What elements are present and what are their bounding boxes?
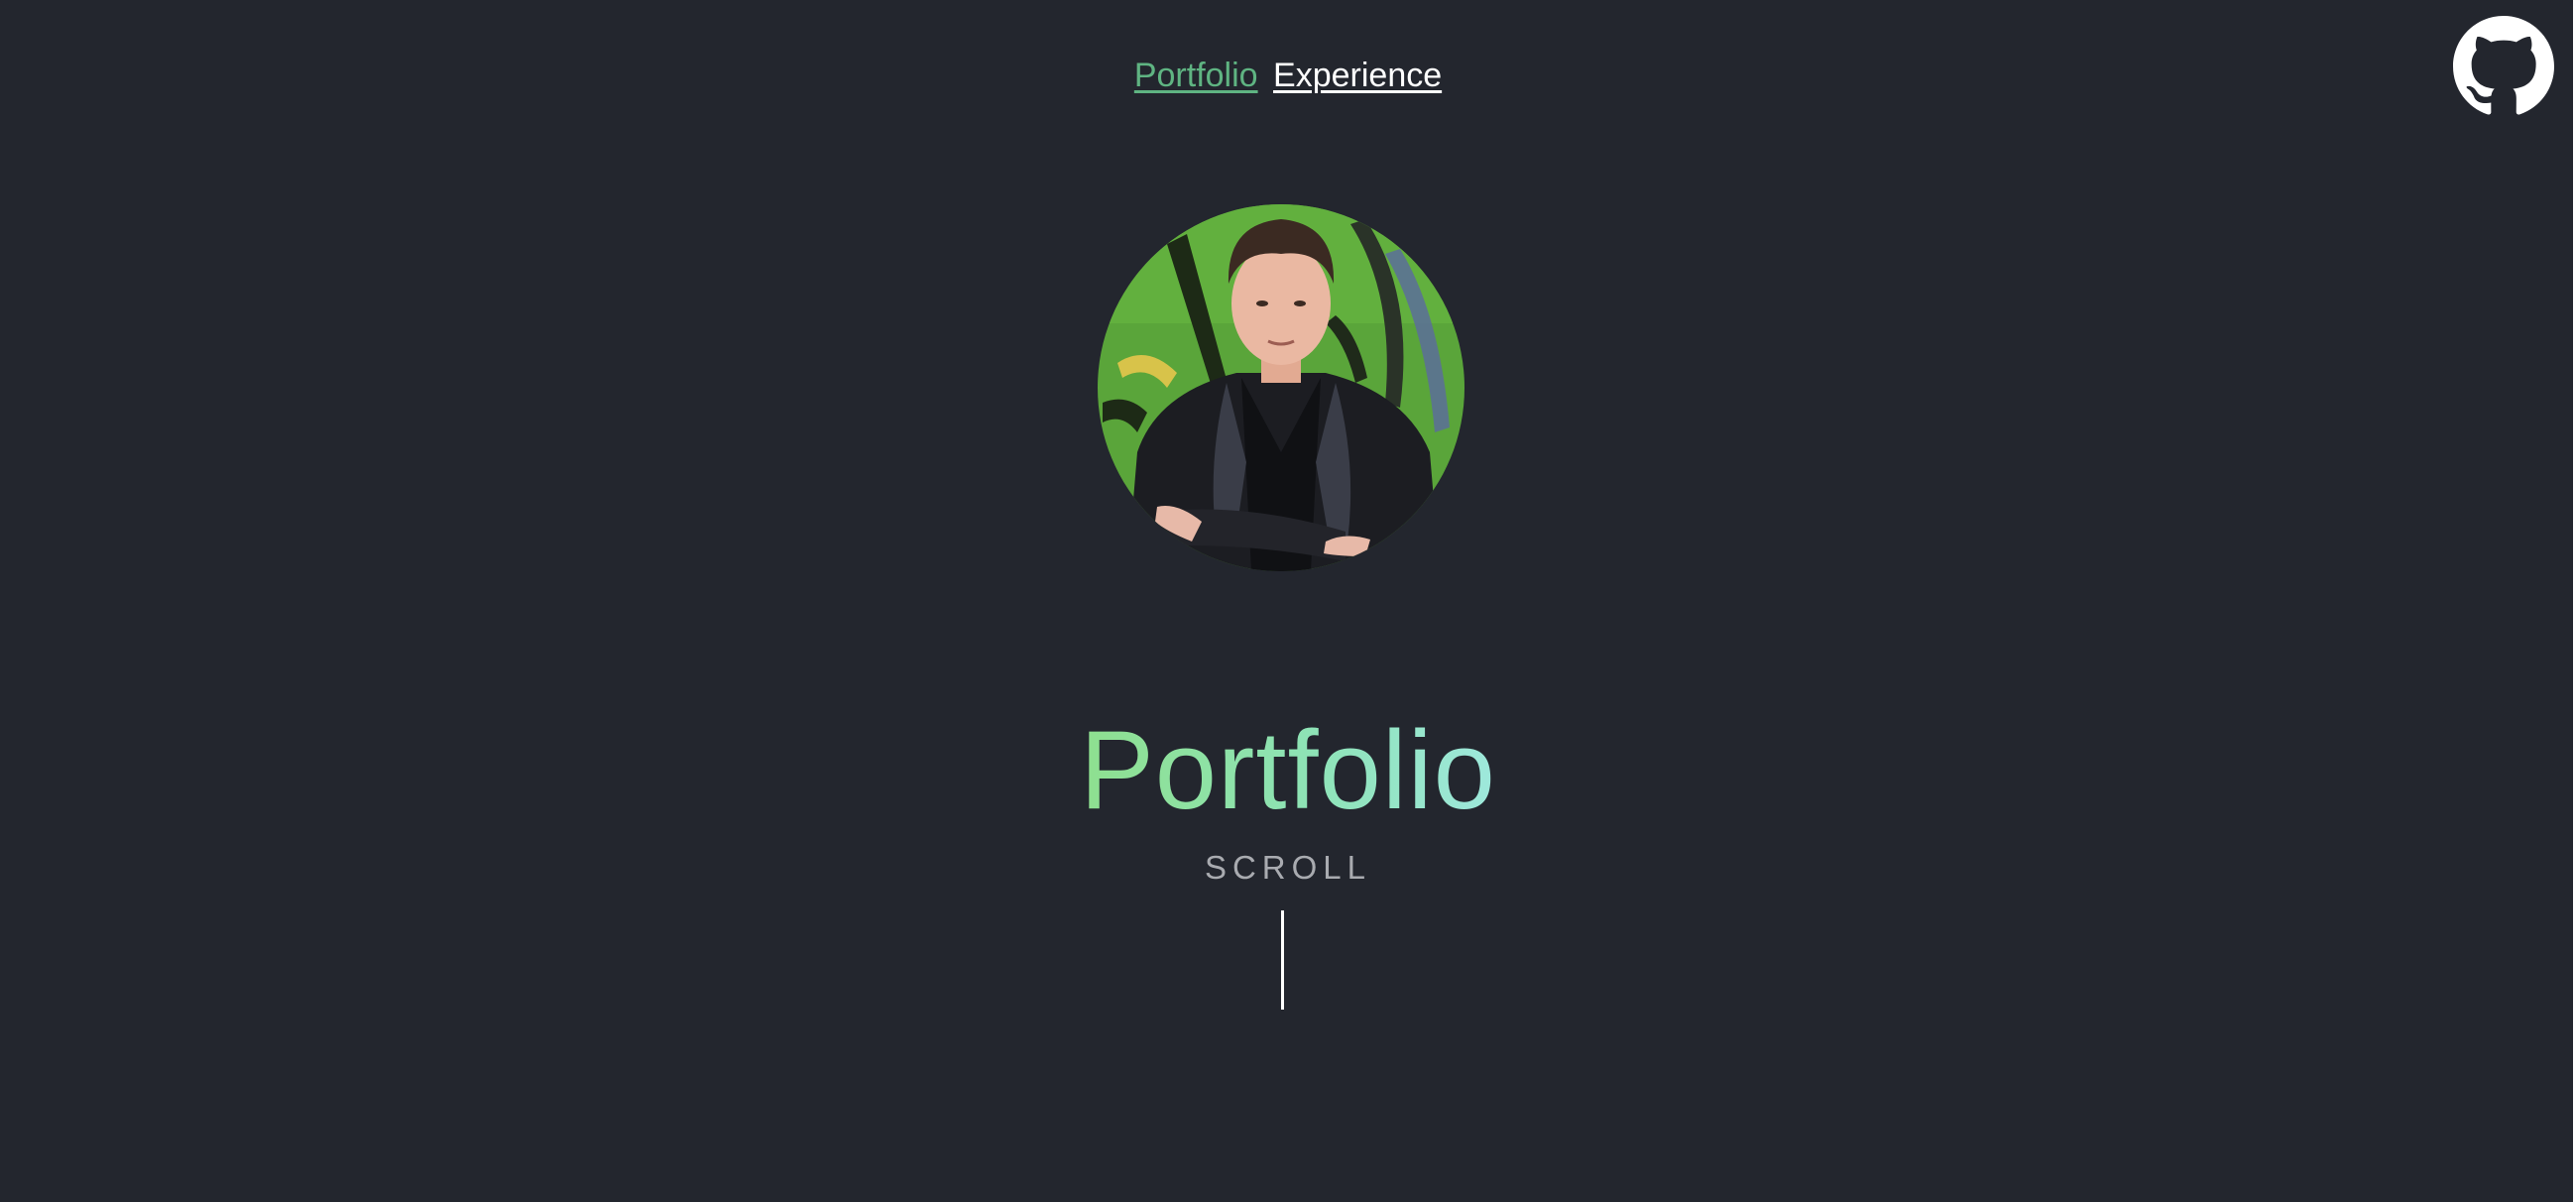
hero-title: Portfolio bbox=[0, 701, 2576, 840]
scroll-label: SCROLL bbox=[1204, 849, 1372, 886]
github-icon[interactable] bbox=[2453, 16, 2554, 117]
hero-title-text: Portfolio bbox=[1080, 708, 1496, 833]
scroll-indicator-line bbox=[1281, 910, 1284, 1010]
nav-link-experience[interactable]: Experience bbox=[1273, 57, 1442, 94]
nav-link-portfolio[interactable]: Portfolio bbox=[1134, 57, 1258, 94]
profile-avatar bbox=[1098, 204, 1464, 571]
page: Portfolio Experience Portfolio SCROLL bbox=[0, 0, 2576, 1202]
top-nav: Portfolio Experience bbox=[0, 54, 2576, 97]
